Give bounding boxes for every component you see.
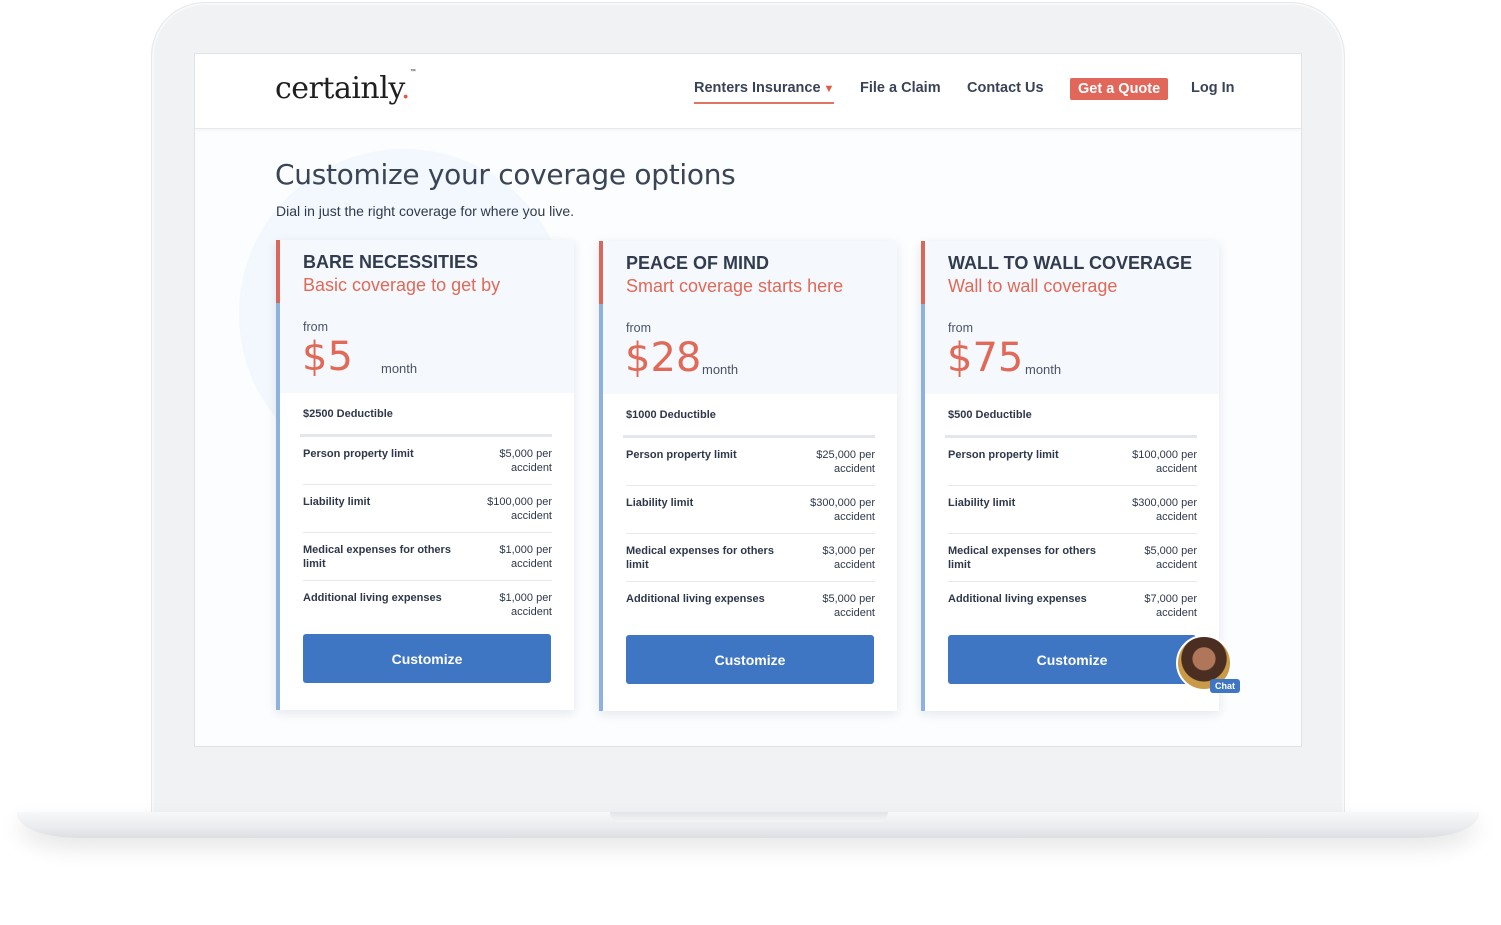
certainly-logo[interactable]: certainly.™	[275, 69, 416, 106]
nav-renters-insurance[interactable]: Renters Insurance ▼	[694, 80, 835, 104]
coverage-label: Liability limit	[626, 497, 694, 509]
coverage-value: $7,000 per accident	[1144, 593, 1197, 619]
plan-tagline: Wall to wall coverage	[948, 276, 1118, 296]
coverage-value: $5,000 per accident	[499, 448, 552, 474]
coverage-label: Additional living expenses	[626, 593, 765, 605]
plan-tagline: Basic coverage to get by	[303, 275, 501, 295]
coverage-value: $1,000 per accident	[499, 544, 552, 570]
coverage-label: Additional living expenses	[948, 593, 1087, 605]
plan-card-peace-of-mind: PEACE OF MIND Smart coverage starts here…	[599, 241, 897, 711]
plan-accent-bar	[276, 303, 280, 710]
coverage-value: $1,000 per accident	[499, 592, 552, 618]
coverage-value: $100,000 per accident	[487, 496, 552, 522]
coverage-label: Additional living expenses	[303, 592, 442, 604]
logo-dot: .	[400, 71, 411, 106]
page-subtitle: Dial in just the right coverage for wher…	[276, 203, 575, 219]
chat-badge[interactable]: Chat	[1210, 679, 1240, 693]
plan-accent-bar	[599, 304, 603, 711]
coverage-value: $300,000 per accident	[1132, 497, 1197, 523]
plan-deductible: $500 Deductible	[948, 409, 1032, 421]
coverage-label: Liability limit	[948, 497, 1016, 509]
coverage-label: Medical expenses for others limit	[303, 544, 451, 570]
coverage-row: Person property limit $5,000 per acciden…	[303, 437, 552, 485]
plan-accent-bar	[921, 304, 925, 711]
nav-log-in[interactable]: Log In	[1191, 80, 1235, 96]
coverage-label: Person property limit	[948, 449, 1059, 461]
coverage-value: $25,000 per accident	[816, 449, 875, 475]
plan-name: PEACE OF MIND	[626, 253, 770, 273]
coverage-row: Additional living expenses $1,000 per ac…	[303, 581, 552, 629]
coverage-row: Person property limit $25,000 per accide…	[626, 438, 875, 486]
coverage-label: Person property limit	[303, 448, 414, 460]
price-from-label: from	[948, 321, 973, 335]
coverage-value: $100,000 per accident	[1132, 449, 1197, 475]
plan-price: $28	[625, 335, 702, 381]
coverage-row: Liability limit $100,000 per accident	[303, 485, 552, 533]
price-period: month	[1025, 362, 1062, 377]
coverage-row: Medical expenses for others limit $3,000…	[626, 534, 875, 582]
price-from-label: from	[626, 321, 651, 335]
plan-accent-bar	[599, 241, 603, 304]
nav-renters-label: Renters Insurance	[694, 80, 821, 96]
page-title: Customize your coverage options	[275, 158, 736, 191]
coverage-value: $5,000 per accident	[1144, 545, 1197, 571]
plan-deductible: $2500 Deductible	[303, 408, 393, 420]
customize-button[interactable]: Customize	[948, 635, 1196, 684]
price-from-label: from	[303, 320, 328, 334]
get-a-quote-button[interactable]: Get a Quote	[1070, 78, 1169, 100]
coverage-row: Medical expenses for others limit $5,000…	[948, 534, 1197, 582]
plan-accent-bar	[921, 241, 925, 304]
logo-trademark: ™	[409, 69, 416, 75]
chevron-down-icon: ▼	[823, 83, 835, 95]
plan-accent-bar	[276, 240, 280, 303]
plan-name: WALL TO WALL COVERAGE	[948, 253, 1193, 273]
plan-name: BARE NECESSITIES	[303, 252, 479, 272]
coverage-value: $5,000 per accident	[822, 593, 875, 619]
coverage-row: Person property limit $100,000 per accid…	[948, 438, 1197, 486]
plan-deductible: $1000 Deductible	[626, 409, 716, 421]
coverage-label: Liability limit	[303, 496, 371, 508]
plan-price: $5	[302, 334, 353, 380]
nav-contact-us[interactable]: Contact Us	[967, 80, 1044, 96]
coverage-row: Additional living expenses $7,000 per ac…	[948, 582, 1197, 630]
plan-price: $75	[947, 335, 1024, 381]
plan-card-wall-to-wall: WALL TO WALL COVERAGE Wall to wall cover…	[921, 241, 1219, 711]
plan-card-bare-necessities: BARE NECESSITIES Basic coverage to get b…	[276, 240, 574, 710]
nav-file-a-claim[interactable]: File a Claim	[860, 80, 941, 96]
laptop-screen: certainly.™ Renters Insurance ▼ File a Cl…	[194, 53, 1302, 747]
coverage-row: Medical expenses for others limit $1,000…	[303, 533, 552, 581]
chat-widget[interactable]: Chat	[1176, 635, 1246, 697]
coverage-row: Liability limit $300,000 per accident	[948, 486, 1197, 534]
logo-text: certainly	[275, 71, 401, 106]
laptop-notch	[610, 812, 888, 822]
customize-button[interactable]: Customize	[626, 635, 874, 684]
customize-button[interactable]: Customize	[303, 634, 551, 683]
coverage-label: Medical expenses for others limit	[626, 545, 774, 571]
price-period: month	[381, 361, 418, 376]
coverage-row: Additional living expenses $5,000 per ac…	[626, 582, 875, 630]
coverage-label: Person property limit	[626, 449, 737, 461]
price-period: month	[702, 362, 739, 377]
coverage-label: Medical expenses for others limit	[948, 545, 1096, 571]
plan-tagline: Smart coverage starts here	[626, 276, 844, 296]
coverage-row: Liability limit $300,000 per accident	[626, 486, 875, 534]
coverage-value: $3,000 per accident	[822, 545, 875, 571]
site-header: certainly.™ Renters Insurance ▼ File a Cl…	[195, 54, 1301, 129]
coverage-value: $300,000 per accident	[810, 497, 875, 523]
